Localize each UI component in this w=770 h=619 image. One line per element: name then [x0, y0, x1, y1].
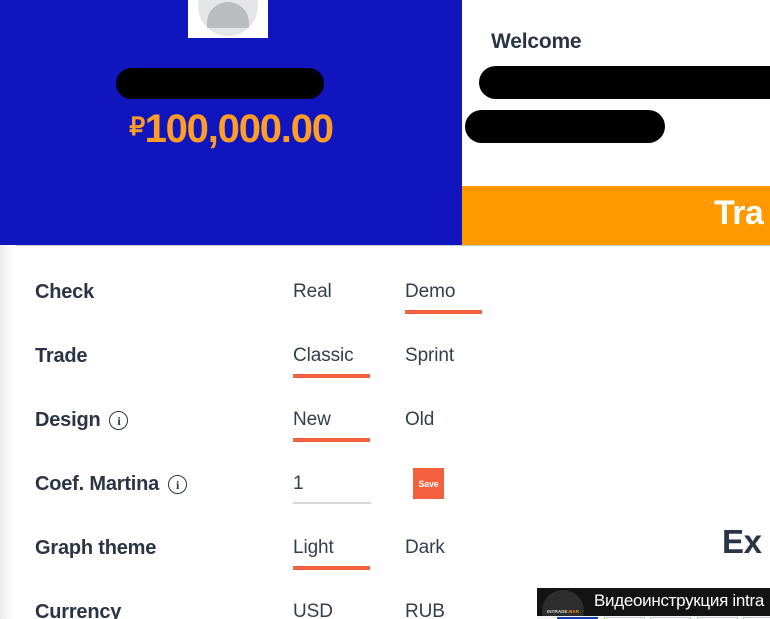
logo-accent: .BAR [567, 608, 580, 614]
setting-row: Coef. Martina i 1 Save [0, 468, 520, 537]
avatar[interactable] [188, 0, 268, 38]
setting-label-text: Coef. Martina [35, 473, 160, 495]
welcome-panel: Welcome [462, 0, 770, 186]
setting-label: Design i [35, 409, 129, 432]
setting-row: Graph theme Light Dark [0, 537, 520, 601]
save-button[interactable]: Save [413, 468, 444, 499]
option-new[interactable]: New [293, 409, 331, 431]
app-screen: ₽100,000.00 Welcome Tra Check Real Demo Tra… [0, 0, 770, 619]
input-underline [293, 502, 371, 504]
video-header: INTRADE .BAR Видеоинструкция intra [537, 588, 770, 619]
top-section: ₽100,000.00 Welcome Tra [0, 0, 770, 245]
balance-display: ₽100,000.00 [0, 107, 462, 152]
balance-amount: 100,000.00 [144, 107, 334, 151]
setting-row: Check Real Demo [0, 281, 520, 345]
info-icon[interactable]: i [109, 411, 129, 430]
avatar-placeholder-icon [198, 0, 258, 36]
redacted-welcome-line-1 [479, 66, 770, 99]
logo-prefix: INTRADE [546, 608, 568, 614]
setting-row: Design i New Old [0, 409, 520, 473]
setting-label: Coef. Martina i [35, 473, 188, 496]
setting-label-text: Check [35, 281, 95, 303]
setting-label: Currency [35, 601, 121, 619]
section-divider [0, 245, 770, 246]
setting-label-text: Currency [35, 601, 122, 619]
setting-label-text: Trade [35, 345, 88, 367]
currency-symbol: ₽ [129, 113, 145, 141]
balance-panel: ₽100,000.00 [0, 0, 462, 245]
setting-label: Trade [35, 345, 88, 368]
settings-section: Check Real Demo Trade Classic Sprint Design i Ne… [0, 245, 770, 619]
setting-row: Currency USD RUB [0, 601, 520, 619]
welcome-title: Welcome [491, 30, 582, 53]
video-title: Видеоинструкция intra [594, 591, 764, 610]
selected-indicator [293, 566, 370, 570]
setting-label: Graph theme [35, 537, 156, 560]
setting-label: Check [35, 281, 94, 304]
setting-row: Trade Classic Sprint [0, 345, 520, 409]
selected-indicator [293, 374, 370, 378]
option-usd[interactable]: USD [293, 601, 333, 619]
option-rub[interactable]: RUB [405, 601, 445, 619]
option-dark[interactable]: Dark [405, 537, 445, 559]
option-real[interactable]: Real [293, 281, 332, 303]
trade-banner-label: Tra [714, 194, 764, 232]
coefficient-input[interactable]: 1 [293, 473, 371, 495]
intradebar-logo-icon: INTRADE .BAR [542, 590, 584, 619]
setting-label-text: Graph theme [35, 537, 157, 559]
option-old[interactable]: Old [405, 409, 434, 431]
option-classic[interactable]: Classic [293, 345, 354, 367]
selected-indicator [405, 310, 482, 314]
exchange-title: Ex [722, 523, 762, 560]
video-preview[interactable]: INTRADE.BAR Видеоинструкция intra AUD/CA… [537, 588, 770, 619]
trade-banner[interactable]: Tra [462, 186, 770, 245]
setting-label-text: Design [35, 409, 101, 431]
option-demo[interactable]: Demo [405, 281, 455, 303]
info-icon[interactable]: i [168, 475, 188, 494]
redacted-welcome-line-2 [465, 110, 665, 143]
option-sprint[interactable]: Sprint [405, 345, 454, 367]
selected-indicator [293, 438, 370, 442]
redacted-account-name [116, 68, 324, 99]
option-light[interactable]: Light [293, 537, 334, 559]
